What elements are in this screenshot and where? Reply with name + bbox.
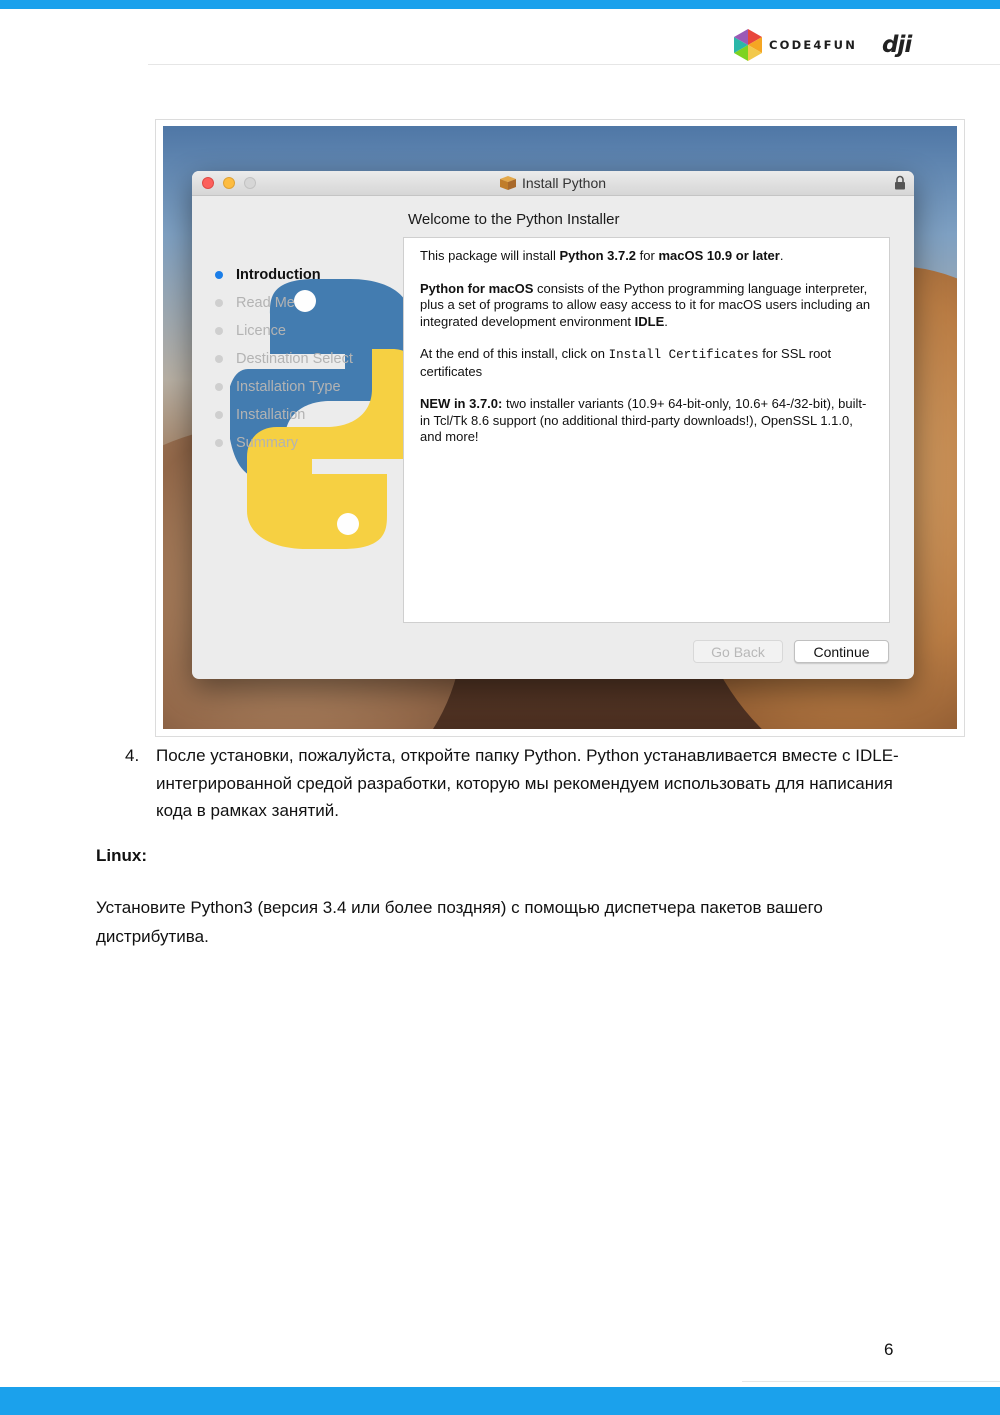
text-span: At the end of this install, click on xyxy=(420,346,609,361)
text-span: . xyxy=(779,248,784,263)
package-icon xyxy=(499,176,516,190)
page-number: 6 xyxy=(884,1340,894,1359)
step-label: Destination Select xyxy=(236,351,353,367)
step-licence: Licence xyxy=(210,317,410,345)
macos-desktop-screenshot: Install Python Welcome to the Python Ins… xyxy=(163,126,957,729)
installer-content-panel: This package will install Python 3.7.2 f… xyxy=(403,237,890,623)
step-label: Introduction xyxy=(236,267,321,283)
footer-divider xyxy=(742,1381,1000,1382)
step-indicator-dot xyxy=(215,411,223,419)
list-number: 4. xyxy=(125,746,140,765)
step-label: Licence xyxy=(236,323,286,339)
installer-window: Install Python Welcome to the Python Ins… xyxy=(192,171,914,679)
step-indicator-dot xyxy=(215,439,223,447)
bottom-accent-bar xyxy=(0,1387,1000,1415)
step-label: Read Me xyxy=(236,295,295,311)
step-4-text: После установки, пожалуйста, откройте па… xyxy=(156,746,899,820)
installer-steps-sidebar: Introduction Read Me Licence Destination… xyxy=(210,261,410,457)
step-read-me: Read Me xyxy=(210,289,410,317)
bold-text: NEW in 3.7.0: xyxy=(420,396,503,411)
description-paragraph: Python for macOS consists of the Python … xyxy=(420,281,873,331)
step-indicator-dot xyxy=(215,299,223,307)
window-title-text: Install Python xyxy=(521,175,607,191)
step-installation-type: Installation Type xyxy=(210,373,410,401)
linux-instructions: Установите Python3 (версия 3.4 или более… xyxy=(96,898,823,946)
step-indicator-dot xyxy=(215,271,223,279)
step-indicator-dot xyxy=(215,327,223,335)
lock-icon xyxy=(895,175,905,190)
code4fun-logo: CODE4FUN xyxy=(733,27,857,63)
go-back-button[interactable]: Go Back xyxy=(693,640,783,663)
step-label: Installation xyxy=(236,407,306,423)
install-certificates-code: Install Certificates xyxy=(608,348,759,362)
certificates-paragraph: At the end of this install, click on Ins… xyxy=(420,346,873,380)
code4fun-wordmark: CODE4FUN xyxy=(769,38,858,52)
step-summary: Summary xyxy=(210,429,410,457)
step-indicator-dot xyxy=(215,383,223,391)
window-title: Install Python xyxy=(192,171,914,195)
intro-paragraph: This package will install Python 3.7.2 f… xyxy=(420,248,873,265)
text-span: for xyxy=(636,248,659,263)
window-titlebar: Install Python xyxy=(192,171,914,196)
text-span: This package will install xyxy=(420,248,560,263)
installer-heading: Welcome to the Python Installer xyxy=(408,211,620,228)
header-divider xyxy=(148,64,1000,65)
continue-button[interactable]: Continue xyxy=(794,640,889,663)
step-label: Summary xyxy=(236,435,299,451)
step-indicator-dot xyxy=(215,355,223,363)
linux-heading: Linux: xyxy=(96,846,147,865)
bold-text: Python for macOS xyxy=(420,280,534,296)
step-installation: Installation xyxy=(210,401,410,429)
text-span: . xyxy=(664,313,668,329)
bold-text: IDLE xyxy=(634,313,665,329)
top-accent-bar xyxy=(0,0,1000,9)
code4fun-hexagon-icon xyxy=(734,29,762,61)
step-introduction: Introduction xyxy=(210,261,410,289)
step-label: Installation Type xyxy=(236,379,341,395)
new-features-paragraph: NEW in 3.7.0: two installer variants (10… xyxy=(420,396,873,446)
dji-logo: dji xyxy=(882,32,912,58)
python-version: Python 3.7.2 xyxy=(559,248,637,263)
step-destination-select: Destination Select xyxy=(210,345,410,373)
macos-version: macOS 10.9 or later xyxy=(658,248,780,263)
